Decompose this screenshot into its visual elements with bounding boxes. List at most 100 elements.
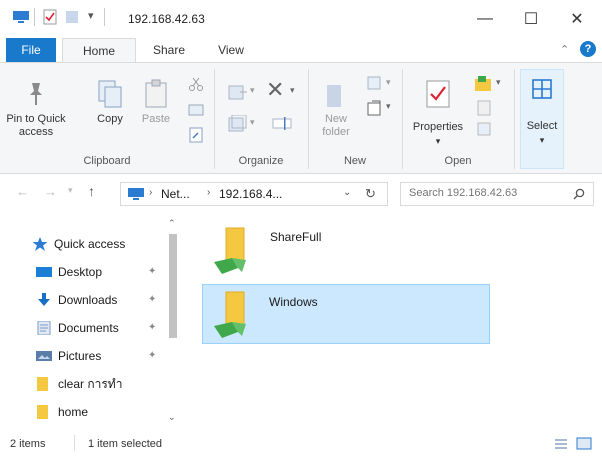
rename-icon[interactable] xyxy=(272,113,292,133)
navigation-bar: ← → ▾ ↑ › Net... › 192.168.4... ⌄ ↻ xyxy=(0,176,602,212)
details-view-icon[interactable] xyxy=(554,438,568,450)
properties-quick-icon[interactable] xyxy=(42,9,58,25)
easy-access-dropdown[interactable]: ▾ xyxy=(386,101,391,112)
new-folder-label-line1: New xyxy=(324,113,347,125)
copy-icon xyxy=(98,80,122,108)
open-group-label: Open xyxy=(444,155,472,167)
close-button[interactable]: ✕ xyxy=(554,4,600,34)
new-item-icon[interactable] xyxy=(366,75,384,91)
quick-access-toolbar-dropdown[interactable]: ▾ xyxy=(88,9,94,22)
move-to-icon[interactable] xyxy=(228,83,248,101)
pin-label-line1: Pin to Quick xyxy=(6,113,66,125)
copy-path-icon[interactable] xyxy=(188,103,204,117)
file-item-sharefull[interactable]: ShareFull xyxy=(204,222,490,278)
delete-dropdown[interactable]: ▾ xyxy=(290,85,295,96)
tab-share[interactable]: Share xyxy=(140,38,198,62)
select-grid-icon xyxy=(532,79,552,99)
back-arrow-icon[interactable]: ← xyxy=(16,184,29,199)
status-separator xyxy=(74,435,75,451)
new-folder-icon xyxy=(327,85,341,107)
minimize-button[interactable]: — xyxy=(462,4,508,34)
tab-view[interactable]: View xyxy=(206,38,256,62)
easy-access-icon[interactable] xyxy=(366,99,384,117)
new-folder-label-line2: folder xyxy=(322,126,350,138)
collapse-ribbon-chevron-icon[interactable]: ⌃ xyxy=(560,43,569,56)
nav-item-downloads[interactable]: Downloads xyxy=(36,288,117,312)
file-item-windows[interactable]: Windows xyxy=(202,284,490,344)
breadcrumb-network[interactable]: Net... xyxy=(161,187,190,201)
nav-item-label: Downloads xyxy=(58,293,118,307)
open-dropdown[interactable]: ▾ xyxy=(496,77,501,88)
search-box[interactable] xyxy=(400,182,594,206)
pin-icon: ✦ xyxy=(148,350,157,361)
navigation-pane: Quick access Desktop ✦ Downloads ✦ Docum… xyxy=(0,214,184,430)
properties-dropdown[interactable]: ▾ xyxy=(406,135,470,148)
cut-icon[interactable] xyxy=(188,77,204,91)
new-item-dropdown[interactable]: ▾ xyxy=(386,77,391,88)
edit-icon[interactable] xyxy=(476,99,492,117)
nav-item-quick-access[interactable]: Quick access xyxy=(32,232,125,256)
nav-item-label: home xyxy=(58,405,89,419)
maximize-button[interactable]: ☐ xyxy=(508,4,554,34)
shared-folder-icon xyxy=(214,227,246,274)
paste-button[interactable]: Paste xyxy=(136,69,176,153)
star-icon xyxy=(32,237,48,251)
delete-icon[interactable]: ✕ xyxy=(266,77,284,103)
pin-to-quick-access-button[interactable]: Pin to Quick access xyxy=(4,69,68,153)
forward-arrow-icon[interactable]: → xyxy=(44,184,57,199)
ribbon-tabs: File Home Share View ⌃ ? xyxy=(0,38,602,62)
select-dropdown[interactable]: ▾ xyxy=(521,134,563,147)
nav-item-folder[interactable]: home xyxy=(36,400,88,424)
search-icon[interactable] xyxy=(573,188,585,200)
large-icons-view-icon[interactable] xyxy=(576,437,592,450)
new-folder-quick-icon[interactable] xyxy=(64,9,80,25)
tab-file[interactable]: File xyxy=(6,38,56,62)
copy-button[interactable]: Copy xyxy=(90,69,130,153)
nav-item-label: Documents xyxy=(58,321,119,335)
recent-locations-chevron-icon[interactable]: ▾ xyxy=(68,185,73,196)
copy-to-dropdown[interactable]: ▾ xyxy=(250,117,255,128)
refresh-icon[interactable]: ↻ xyxy=(365,186,376,202)
search-input[interactable] xyxy=(409,187,569,199)
properties-button[interactable]: Properties ▾ xyxy=(406,69,470,153)
breadcrumb-host[interactable]: 192.168.4... xyxy=(219,187,282,201)
nav-pane-scrollbar[interactable]: ⌃ ⌄ xyxy=(166,218,180,428)
help-icon[interactable]: ? xyxy=(580,41,596,57)
pin-label-line2: access xyxy=(18,126,54,138)
pin-icon: ✦ xyxy=(148,322,157,333)
address-bar[interactable]: › Net... › 192.168.4... ⌄ ↻ xyxy=(120,182,388,206)
select-button[interactable]: Select ▾ xyxy=(520,69,564,169)
title-separator xyxy=(104,8,105,26)
history-icon[interactable] xyxy=(476,121,492,137)
item-count: 2 items xyxy=(10,438,46,450)
window-title: 192.168.42.63 xyxy=(128,12,205,26)
ribbon-separator xyxy=(402,69,403,169)
paste-shortcut-icon[interactable] xyxy=(188,127,204,143)
open-icon[interactable] xyxy=(474,75,494,93)
nav-item-label: Desktop xyxy=(58,265,103,279)
desktop-icon xyxy=(36,267,52,277)
up-arrow-icon[interactable]: ↑ xyxy=(88,183,95,199)
address-history-chevron-icon[interactable]: ⌄ xyxy=(343,187,351,198)
title-separator xyxy=(34,8,35,26)
nav-item-desktop[interactable]: Desktop xyxy=(36,260,102,284)
organize-group-label: Organize xyxy=(238,155,284,167)
breadcrumb-separator-icon[interactable]: › xyxy=(207,187,210,198)
nav-item-pictures[interactable]: Pictures xyxy=(36,344,101,368)
nav-item-documents[interactable]: Documents xyxy=(36,316,119,340)
new-folder-button[interactable]: New folder xyxy=(312,69,360,153)
new-group-label: New xyxy=(343,155,366,167)
pictures-icon xyxy=(36,351,52,361)
scrollbar-thumb[interactable] xyxy=(169,234,177,338)
move-to-dropdown[interactable]: ▾ xyxy=(250,85,255,96)
ribbon-separator xyxy=(514,69,515,169)
scroll-down-chevron-icon[interactable]: ⌄ xyxy=(168,412,176,423)
breadcrumb-separator-icon[interactable]: › xyxy=(149,187,152,198)
scroll-up-chevron-icon[interactable]: ⌃ xyxy=(168,218,176,229)
nav-item-folder[interactable]: clear การทำ xyxy=(36,372,122,396)
shared-folder-icon xyxy=(214,291,246,338)
ribbon-separator xyxy=(214,69,215,169)
properties-label: Properties xyxy=(412,121,464,133)
copy-to-icon[interactable] xyxy=(228,115,248,133)
tab-home[interactable]: Home xyxy=(62,38,136,62)
